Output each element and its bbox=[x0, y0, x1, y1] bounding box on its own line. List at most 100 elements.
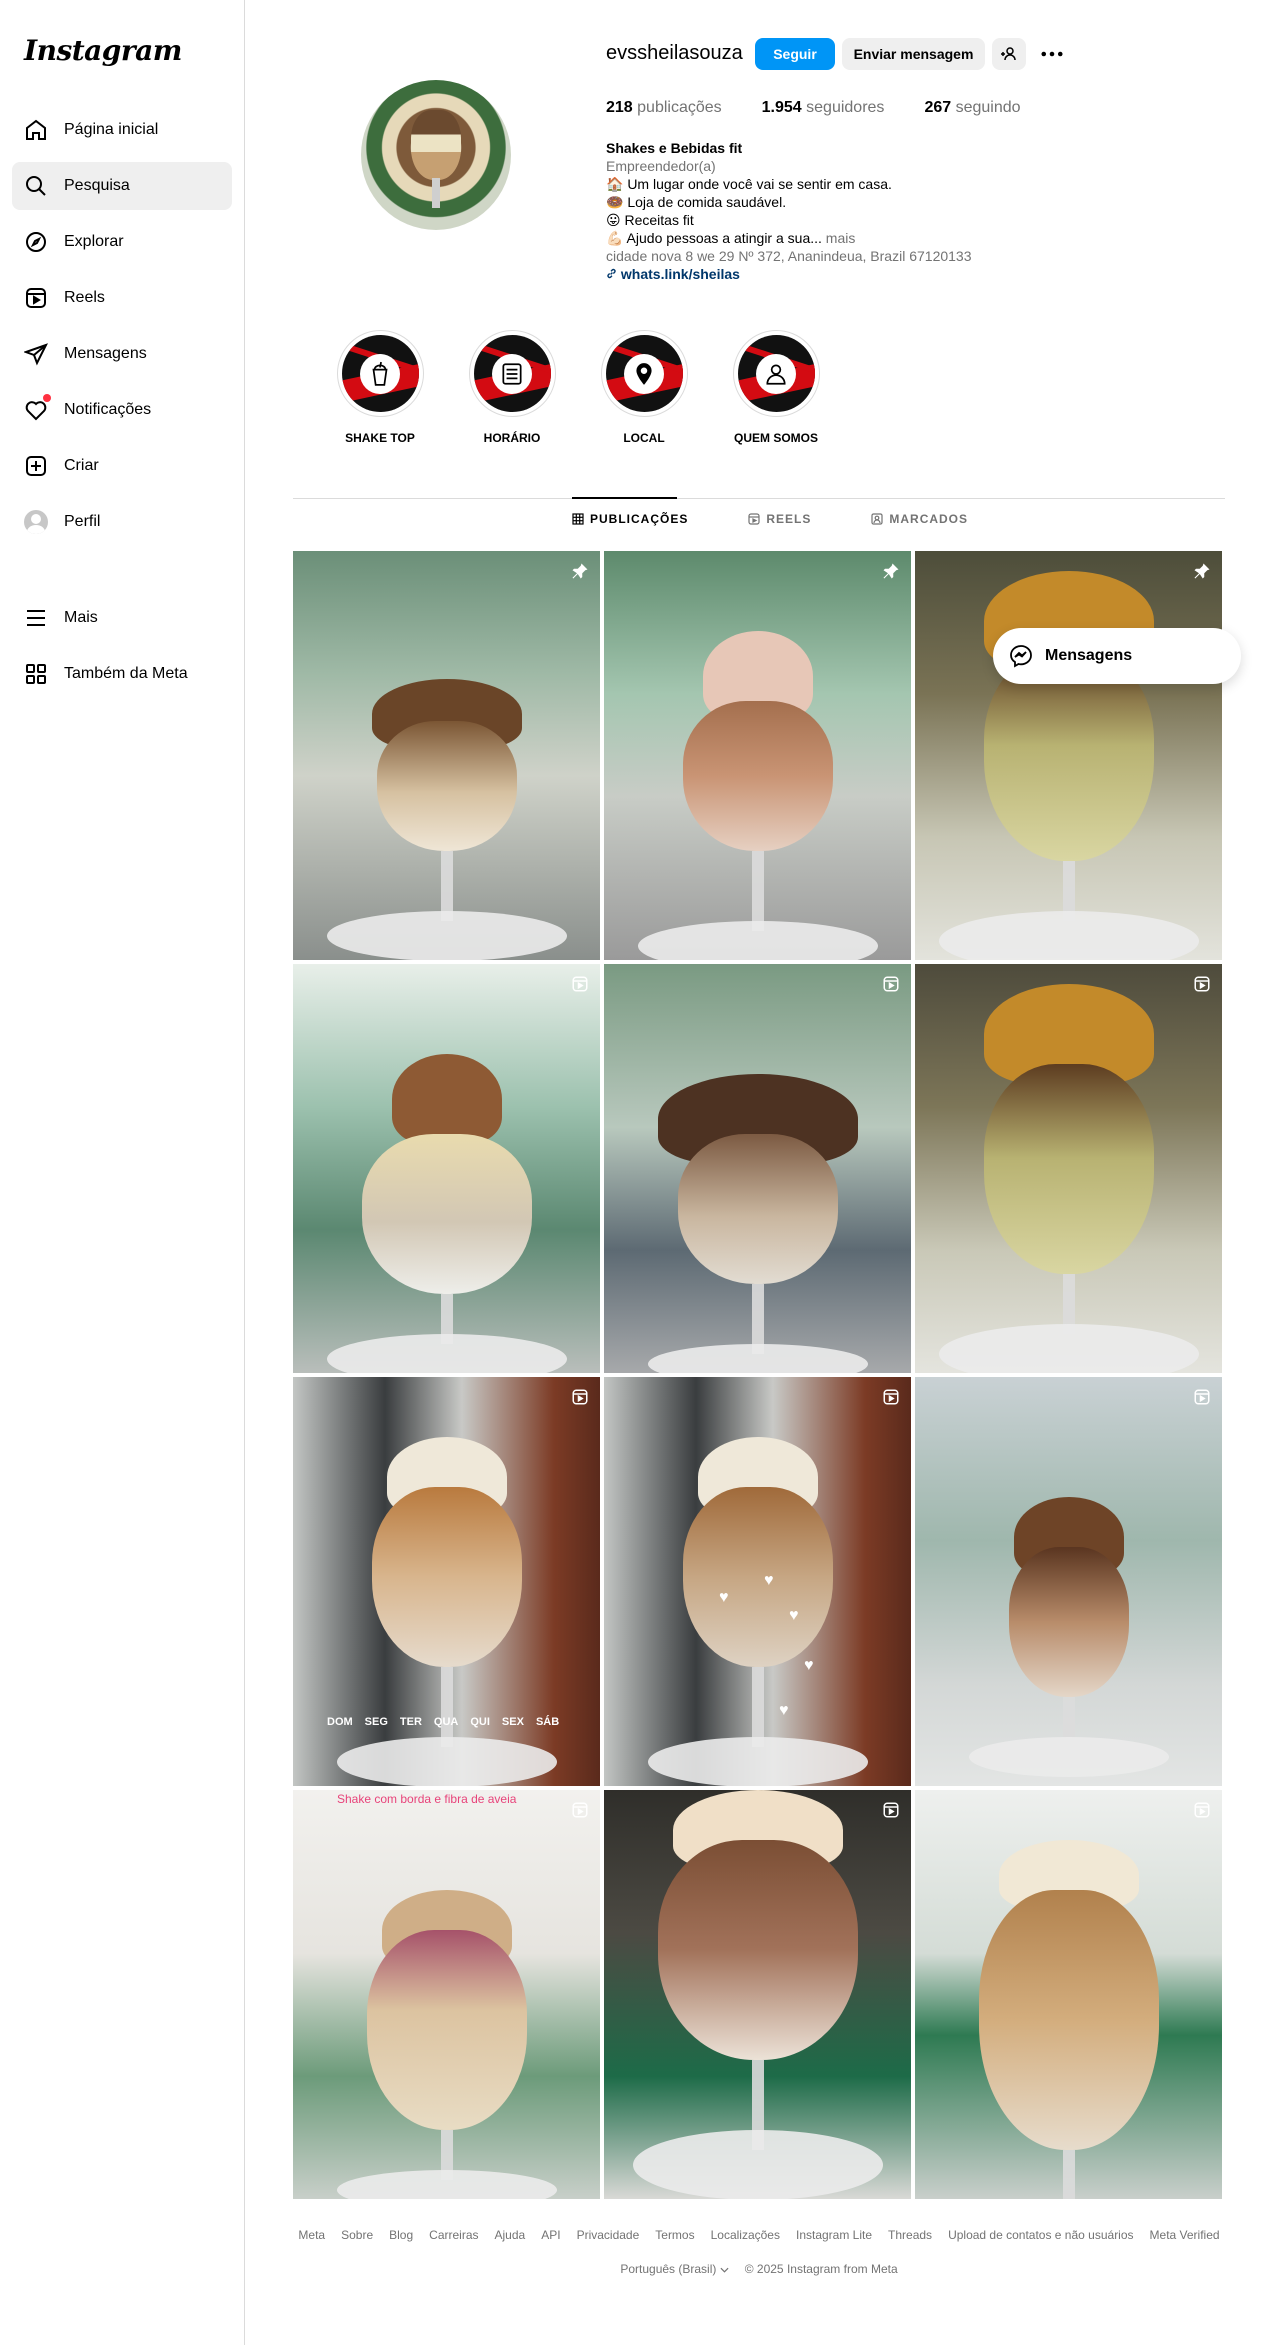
bio-category: Empreendedor(a) bbox=[606, 158, 716, 174]
post-tile[interactable] bbox=[604, 964, 911, 1373]
post-tile[interactable] bbox=[915, 1790, 1222, 2199]
sidebar-item-more[interactable]: Mais bbox=[12, 594, 232, 642]
sidebar-item-profile[interactable]: Perfil bbox=[12, 498, 232, 546]
sidebar-item-home[interactable]: Página inicial bbox=[12, 106, 232, 154]
tab-reels[interactable]: REELS bbox=[748, 512, 811, 526]
meta-apps-icon bbox=[26, 664, 46, 684]
post-tile[interactable] bbox=[293, 964, 600, 1373]
footer-bottom: Português (Brasil) © 2025 Instagram from… bbox=[293, 2262, 1225, 2276]
highlight-quem-somos[interactable]: QUEM SOMOS bbox=[731, 330, 821, 445]
send-message-button[interactable]: Enviar mensagem bbox=[842, 38, 985, 70]
post-tile[interactable] bbox=[604, 1790, 911, 2199]
options-button[interactable] bbox=[1035, 38, 1069, 70]
footer-link[interactable]: Carreiras bbox=[429, 2228, 478, 2242]
sidebar-item-explore[interactable]: Explorar bbox=[12, 218, 232, 266]
footer-link[interactable]: Termos bbox=[655, 2228, 694, 2242]
highlight-local[interactable]: LOCAL bbox=[599, 330, 689, 445]
weekday-overlay: DOM SEG TER QUA QUI SEX SÁB bbox=[327, 1716, 560, 1728]
bio-link-row[interactable]: whats.link/sheilas bbox=[606, 265, 1026, 283]
person-icon bbox=[756, 353, 796, 394]
profile-username: evssheilasouza bbox=[606, 42, 743, 64]
bio-link[interactable]: whats.link/sheilas bbox=[621, 266, 740, 282]
highlight-ring bbox=[468, 330, 556, 417]
footer-link[interactable]: Localizações bbox=[711, 2228, 780, 2242]
highlight-label: LOCAL bbox=[623, 431, 665, 445]
sidebar-item-notifications[interactable]: Notificações bbox=[12, 386, 232, 434]
floating-messages-button[interactable]: Mensagens bbox=[993, 628, 1241, 684]
sidebar-item-messages[interactable]: Mensagens bbox=[12, 330, 232, 378]
footer-link[interactable]: Meta Verified bbox=[1150, 2228, 1220, 2242]
post-tile[interactable] bbox=[915, 964, 1222, 1373]
sidebar-item-meta[interactable]: Também da Meta bbox=[12, 650, 232, 698]
post-tile[interactable]: DOM SEG TER QUA QUI SEX SÁB bbox=[293, 1377, 600, 1786]
post-tile[interactable] bbox=[915, 1377, 1222, 1786]
post-dessert-glass bbox=[983, 1064, 1154, 1274]
plus-square-icon bbox=[26, 456, 46, 476]
reel-icon bbox=[570, 1387, 590, 1407]
post-glass-stem bbox=[751, 851, 764, 931]
sidebar: Instagram Página inicial Pesquisa Explor… bbox=[0, 0, 245, 2345]
post-dessert-glass bbox=[366, 1930, 527, 2130]
profile-main: evssheilasouza Seguir Enviar mensagem 21… bbox=[245, 0, 1265, 2345]
highlight-shake-top[interactable]: SHAKE TOP bbox=[335, 330, 425, 445]
reel-icon bbox=[1192, 974, 1212, 994]
bio-line: 🏠 Um lugar onde você vai se sentir em ca… bbox=[606, 176, 892, 192]
post-plate bbox=[326, 911, 567, 960]
following-stat[interactable]: 267 seguindo bbox=[924, 99, 1020, 117]
tab-label: REELS bbox=[766, 512, 812, 526]
footer-links: Meta Sobre Blog Carreiras Ajuda API Priv… bbox=[293, 2228, 1225, 2242]
sidebar-item-reels[interactable]: Reels bbox=[12, 274, 232, 322]
reel-icon bbox=[881, 1800, 901, 1820]
footer-link[interactable]: Privacidade bbox=[577, 2228, 640, 2242]
instagram-logo[interactable]: Instagram bbox=[24, 34, 182, 67]
post-plate bbox=[336, 1737, 557, 1786]
sidebar-item-label: Perfil bbox=[64, 513, 101, 530]
footer-link[interactable]: Sobre bbox=[341, 2228, 373, 2242]
reel-icon bbox=[881, 974, 901, 994]
footer-link[interactable]: Upload de contatos e não usuários bbox=[948, 2228, 1133, 2242]
post-dessert-glass bbox=[682, 1487, 833, 1667]
tab-label: MARCADOS bbox=[889, 512, 969, 526]
reel-icon bbox=[1192, 1800, 1212, 1820]
sidebar-item-search[interactable]: Pesquisa bbox=[12, 162, 232, 210]
footer-link[interactable]: Instagram Lite bbox=[796, 2228, 872, 2242]
profile-avatar[interactable] bbox=[361, 80, 511, 230]
post-dessert-glass bbox=[376, 721, 517, 851]
footer-link[interactable]: Ajuda bbox=[495, 2228, 526, 2242]
post-dessert-glass bbox=[1008, 1547, 1129, 1697]
suggested-users-button[interactable] bbox=[992, 38, 1026, 70]
post-tile[interactable] bbox=[604, 551, 911, 960]
post-tile[interactable] bbox=[293, 551, 600, 960]
follow-button[interactable]: Seguir bbox=[755, 38, 835, 70]
bio-more-link[interactable]: mais bbox=[822, 230, 856, 246]
post-plate bbox=[632, 2130, 883, 2199]
highlight-label: HORÁRIO bbox=[483, 431, 541, 445]
footer-link[interactable]: Blog bbox=[389, 2228, 413, 2242]
followers-stat[interactable]: 1.954 seguidores bbox=[762, 99, 885, 117]
post-tile[interactable]: Shake com borda e fibra de aveia bbox=[293, 1790, 600, 2199]
compass-icon bbox=[26, 232, 46, 252]
post-tile[interactable]: ♥ ♥ ♥ ♥ ♥ bbox=[604, 1377, 911, 1786]
highlight-horario[interactable]: HORÁRIO bbox=[467, 330, 557, 445]
more-dots-icon bbox=[1041, 51, 1063, 57]
avatar-icon bbox=[24, 510, 48, 534]
footer-link[interactable]: Meta bbox=[298, 2228, 325, 2242]
add-person-icon bbox=[1001, 47, 1016, 61]
reels-icon bbox=[26, 288, 46, 308]
reel-icon bbox=[1192, 1387, 1212, 1407]
bio-address[interactable]: cidade nova 8 we 29 Nº 372, Ananindeua, … bbox=[606, 247, 1026, 265]
post-tile[interactable] bbox=[915, 551, 1222, 960]
highlight-cover bbox=[605, 335, 683, 412]
profile-bio: Shakes e Bebidas fit Empreendedor(a) 🏠 U… bbox=[606, 139, 1026, 283]
schedule-icon bbox=[492, 353, 532, 394]
highlight-cover bbox=[737, 335, 815, 412]
tab-tagged[interactable]: MARCADOS bbox=[871, 512, 968, 526]
post-glass-stem bbox=[440, 1667, 453, 1747]
footer-link[interactable]: API bbox=[541, 2228, 560, 2242]
language-selector[interactable]: Português (Brasil) bbox=[620, 2262, 729, 2276]
sidebar-item-label: Reels bbox=[64, 289, 105, 306]
highlight-ring bbox=[336, 330, 424, 417]
sidebar-item-create[interactable]: Criar bbox=[12, 442, 232, 490]
footer-link[interactable]: Threads bbox=[888, 2228, 932, 2242]
tab-posts[interactable]: PUBLICAÇÕES bbox=[572, 512, 688, 526]
